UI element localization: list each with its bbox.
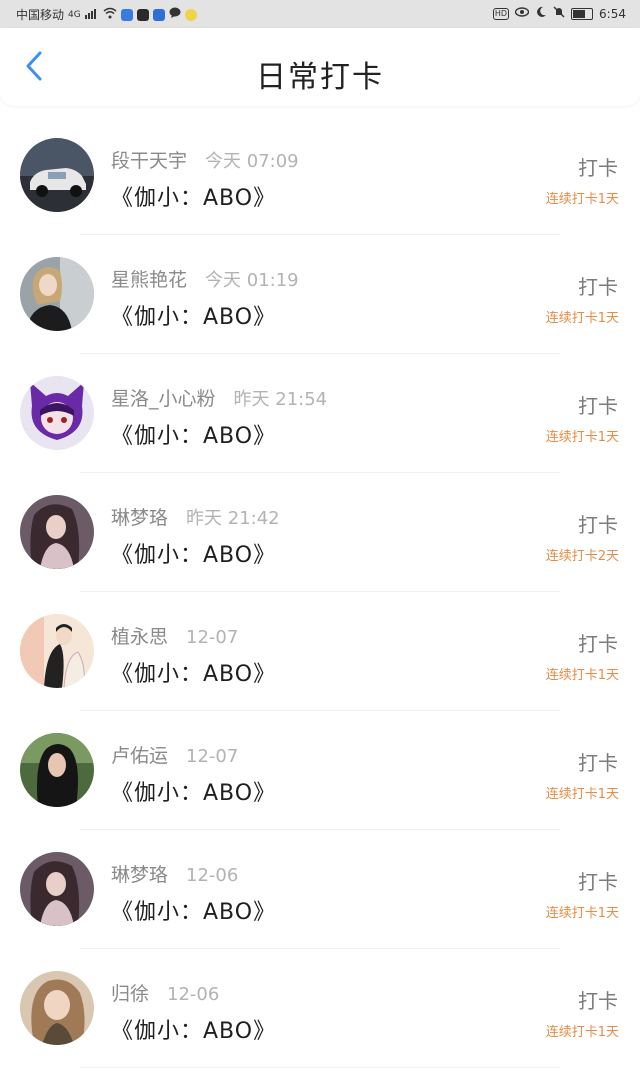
avatar[interactable] [20,138,94,212]
book-title[interactable]: 《伽小：ABO》 [111,894,276,926]
streak-label: 连续打卡1天 [545,1025,619,1040]
checkin-row[interactable]: 星洛_小心粉 昨天 21:54 《伽小：ABO》 打卡 连续打卡1天 [0,354,640,473]
checkin-time: 今天 07:09 [205,151,299,172]
name-line: 植永思 12-07 [111,622,238,649]
user-name[interactable]: 琳梦珞 [111,860,168,887]
checkin-label: 打卡 [578,275,618,299]
signal-icon [84,7,99,23]
book-title[interactable]: 《伽小：ABO》 [111,537,276,569]
streak-label: 连续打卡1天 [545,668,619,683]
user-name[interactable]: 星熊艳花 [111,265,187,292]
streak-label: 连续打卡1天 [545,192,619,207]
app-notification-icon [184,8,197,21]
hd-badge: HD [492,8,510,20]
checkin-row[interactable]: 琳梦珞 12-06 《伽小：ABO》 打卡 连续打卡1天 [0,830,640,949]
checkin-row[interactable]: 归徐 12-06 《伽小：ABO》 打卡 连续打卡1天 [0,949,640,1068]
book-title[interactable]: 《伽小：ABO》 [111,299,276,331]
name-line: 星熊艳花 今天 01:19 [111,265,299,292]
carrier-label: 中国移动 [16,8,65,22]
app-notification-icon [152,8,165,21]
streak-label: 连续打卡1天 [545,787,619,802]
checkin-row[interactable]: 星熊艳花 今天 01:19 《伽小：ABO》 打卡 连续打卡1天 [0,235,640,354]
moon-icon [535,6,547,22]
user-name[interactable]: 星洛_小心粉 [111,384,216,411]
checkin-row[interactable]: 琳梦珞 昨天 21:42 《伽小：ABO》 打卡 连续打卡2天 [0,473,640,592]
status-right: HD 6:54 [492,6,626,22]
checkin-label: 打卡 [578,989,618,1013]
user-name[interactable]: 植永思 [111,622,168,649]
book-title[interactable]: 《伽小：ABO》 [111,656,276,688]
checkin-label: 打卡 [578,870,618,894]
user-name[interactable]: 卢佑运 [111,741,168,768]
name-line: 段干天宇 今天 07:09 [111,146,299,173]
avatar[interactable] [20,376,94,450]
avatar[interactable] [20,495,94,569]
checkin-time: 12-06 [167,984,220,1005]
streak-label: 连续打卡1天 [545,430,619,445]
checkin-row[interactable]: 卢佑运 12-07 《伽小：ABO》 打卡 连续打卡1天 [0,711,640,830]
checkin-label: 打卡 [578,156,618,180]
avatar[interactable] [20,971,94,1045]
status-left: 中国移动 4G [16,6,197,23]
checkin-label: 打卡 [578,513,618,537]
book-title[interactable]: 《伽小：ABO》 [111,418,276,450]
streak-label: 连续打卡2天 [545,549,619,564]
app-notification-icon [136,8,149,21]
avatar[interactable] [20,852,94,926]
message-icon [169,7,181,23]
mute-bell-icon [553,6,565,22]
checkin-time: 昨天 21:42 [186,508,280,529]
book-title[interactable]: 《伽小：ABO》 [111,1013,276,1045]
app-notification-icon [120,8,133,21]
page-header: 日常打卡 [0,28,640,106]
user-name[interactable]: 段干天宇 [111,146,187,173]
checkin-time: 12-06 [186,865,239,886]
checkin-row[interactable]: 段干天宇 今天 07:09 《伽小：ABO》 打卡 连续打卡1天 [0,116,640,235]
checkin-list: 段干天宇 今天 07:09 《伽小：ABO》 打卡 连续打卡1天 星熊艳花 今天… [0,116,640,1068]
avatar[interactable] [20,733,94,807]
battery-icon [571,8,594,20]
user-name[interactable]: 归徐 [111,979,149,1006]
book-title[interactable]: 《伽小：ABO》 [111,775,276,807]
book-title[interactable]: 《伽小：ABO》 [111,180,276,212]
streak-label: 连续打卡1天 [545,311,619,326]
checkin-time: 今天 01:19 [205,270,299,291]
network-type-label: 4G [68,9,81,20]
name-line: 琳梦珞 昨天 21:42 [111,503,280,530]
page-title: 日常打卡 [256,60,384,95]
checkin-time: 12-07 [186,627,239,648]
checkin-time: 12-07 [186,746,239,767]
checkin-label: 打卡 [578,751,618,775]
avatar[interactable] [20,614,94,688]
streak-label: 连续打卡1天 [545,906,619,921]
avatar[interactable] [20,257,94,331]
status-bar: 中国移动 4G HD 6:54 [0,0,640,28]
name-line: 琳梦珞 12-06 [111,860,238,887]
name-line: 归徐 12-06 [111,979,219,1006]
name-line: 卢佑运 12-07 [111,741,238,768]
checkin-label: 打卡 [578,394,618,418]
user-name[interactable]: 琳梦珞 [111,503,168,530]
eye-icon [514,7,530,21]
checkin-label: 打卡 [578,632,618,656]
checkin-time: 昨天 21:54 [233,389,328,410]
name-line: 星洛_小心粉 昨天 21:54 [111,384,327,411]
wifi-icon [103,7,117,23]
checkin-row[interactable]: 植永思 12-07 《伽小：ABO》 打卡 连续打卡1天 [0,592,640,711]
clock-label: 6:54 [599,7,626,21]
